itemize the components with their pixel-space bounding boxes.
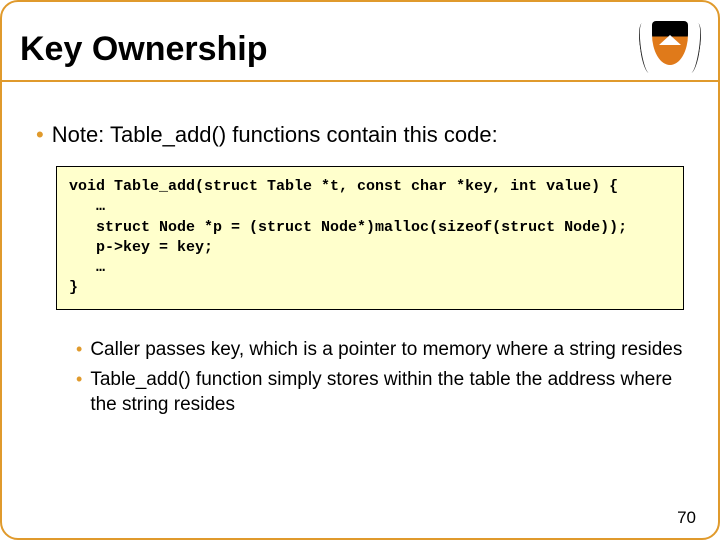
- sub-bullet-2: Table_add() function simply stores withi…: [76, 368, 684, 417]
- bullet-icon: [36, 122, 44, 148]
- note-bullet: Note: Table_add() functions contain this…: [36, 122, 684, 148]
- page-number: 70: [677, 508, 696, 528]
- note-text: Note: Table_add() functions contain this…: [52, 122, 498, 148]
- title-bar: Key Ownership: [20, 14, 700, 84]
- bullet-icon: [76, 368, 82, 391]
- princeton-shield-icon: [640, 21, 700, 77]
- sub-bullet-2-text: Table_add() function simply stores withi…: [90, 368, 684, 417]
- title-divider: [2, 80, 718, 82]
- code-block: void Table_add(struct Table *t, const ch…: [56, 166, 684, 310]
- slide-frame: Key Ownership Note: Table_add() function…: [0, 0, 720, 540]
- sub-bullet-1: Caller passes key, which is a pointer to…: [76, 338, 684, 363]
- sub-bullet-1-text: Caller passes key, which is a pointer to…: [90, 338, 684, 363]
- slide-body: Note: Table_add() functions contain this…: [36, 122, 684, 424]
- bullet-icon: [76, 338, 82, 361]
- sub-bullet-list: Caller passes key, which is a pointer to…: [76, 338, 684, 418]
- slide-title: Key Ownership: [20, 30, 268, 69]
